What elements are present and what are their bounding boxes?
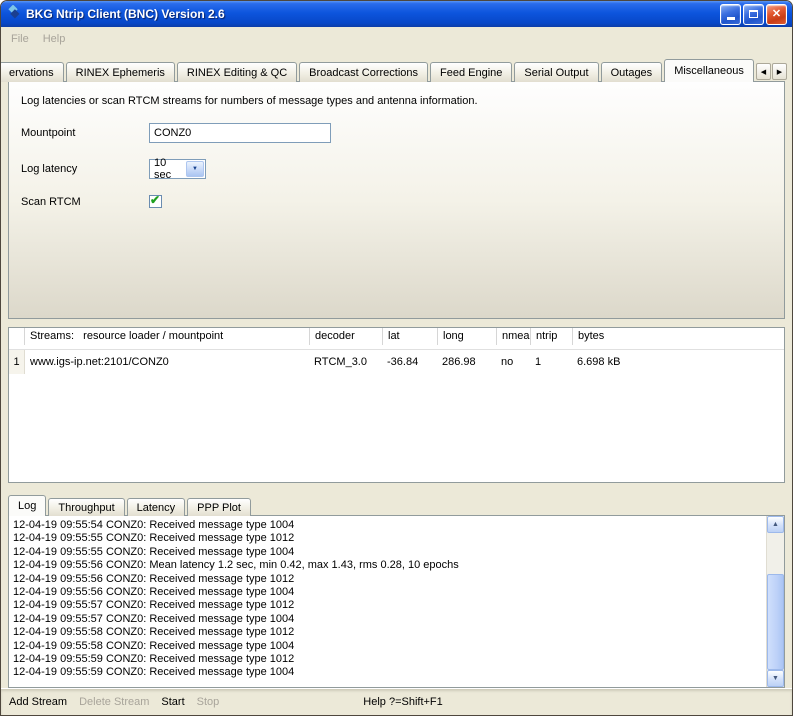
- tab-feed-engine[interactable]: Feed Engine: [430, 62, 512, 82]
- menu-help[interactable]: Help: [36, 30, 73, 48]
- main-area: ervations RINEX Ephemeris RINEX Editing …: [1, 50, 792, 688]
- tab-miscellaneous[interactable]: Miscellaneous: [664, 59, 754, 82]
- tab-scroll-buttons: ◀ ▶: [756, 63, 787, 82]
- arrow-up-icon: ▲: [772, 521, 779, 528]
- log-line: 12-04-19 09:55:56 CONZ0: Received messag…: [13, 573, 762, 586]
- table-row[interactable]: 1 www.igs-ip.net:2101/CONZ0 RTCM_3.0 -36…: [9, 350, 784, 374]
- header-decoder[interactable]: decoder: [309, 328, 382, 345]
- log-latency-row: Log latency 10 sec ▼: [21, 159, 772, 179]
- minimize-button[interactable]: [720, 4, 741, 25]
- log-line: 12-04-19 09:55:58 CONZ0: Received messag…: [13, 640, 762, 653]
- chevron-right-icon: ▶: [777, 68, 782, 76]
- header-ntrip[interactable]: ntrip: [530, 328, 572, 345]
- stop-button[interactable]: Stop: [197, 696, 220, 708]
- menubar: File Help: [1, 27, 792, 50]
- maximize-button[interactable]: [743, 4, 764, 25]
- mountpoint-row: Mountpoint: [21, 123, 772, 143]
- scrollbar-thumb[interactable]: [767, 574, 784, 670]
- menu-file[interactable]: File: [4, 30, 36, 48]
- cell-lat: -36.84: [382, 350, 437, 374]
- scan-rtcm-row: Scan RTCM ✔: [21, 195, 772, 208]
- scan-rtcm-checkbox[interactable]: ✔: [149, 195, 162, 208]
- app-window: BKG Ntrip Client (BNC) Version 2.6 ✕ Fil…: [0, 0, 793, 716]
- miscellaneous-panel: Log latencies or scan RTCM streams for n…: [8, 81, 785, 319]
- log-line: 12-04-19 09:55:57 CONZ0: Received messag…: [13, 613, 762, 626]
- log-panel: 12-04-19 09:55:54 CONZ0: Received messag…: [8, 515, 785, 688]
- log-latency-value: 10 sec: [150, 160, 185, 178]
- close-button[interactable]: ✕: [766, 4, 787, 25]
- chevron-down-icon: ▼: [192, 166, 198, 172]
- cell-ntrip: 1: [530, 350, 572, 374]
- statusbar: Add Stream Delete Stream Start Stop Help…: [1, 688, 792, 715]
- header-filler: [9, 345, 25, 350]
- tab-rinex-ephemeris[interactable]: RINEX Ephemeris: [66, 62, 175, 82]
- start-button[interactable]: Start: [161, 696, 184, 708]
- scroll-up-button[interactable]: ▲: [767, 516, 784, 533]
- panel-description: Log latencies or scan RTCM streams for n…: [21, 95, 772, 107]
- log-line: 12-04-19 09:55:57 CONZ0: Received messag…: [13, 599, 762, 612]
- close-icon: ✕: [772, 9, 781, 20]
- header-streams-title[interactable]: Streams: resource loader / mountpoint: [25, 328, 309, 345]
- minimize-icon: [727, 17, 735, 20]
- vertical-scrollbar[interactable]: ▲ ▼: [766, 516, 784, 687]
- tab-observations-partial[interactable]: ervations: [0, 62, 64, 82]
- cell-bytes: 6.698 kB: [572, 350, 784, 374]
- tab-serial-output[interactable]: Serial Output: [514, 62, 598, 82]
- combo-dropdown-button[interactable]: ▼: [186, 161, 204, 177]
- tab-log[interactable]: Log: [8, 495, 46, 516]
- tab-broadcast-corrections[interactable]: Broadcast Corrections: [299, 62, 428, 82]
- bottom-tabbar: Log Throughput Latency PPP Plot: [8, 495, 785, 516]
- cell-mountpoint: www.igs-ip.net:2101/CONZ0: [25, 350, 309, 374]
- header-nmea[interactable]: nmea: [496, 328, 530, 345]
- mountpoint-label: Mountpoint: [21, 127, 149, 139]
- scrollbar-track[interactable]: [767, 533, 784, 670]
- log-line: 12-04-19 09:55:58 CONZ0: Received messag…: [13, 626, 762, 639]
- tab-throughput[interactable]: Throughput: [48, 498, 124, 516]
- header-bytes[interactable]: bytes: [572, 328, 784, 345]
- window-title: BKG Ntrip Client (BNC) Version 2.6: [26, 7, 715, 21]
- log-latency-label: Log latency: [21, 163, 149, 175]
- streams-table-header: Streams: resource loader / mountpoint de…: [9, 328, 784, 350]
- streams-table: Streams: resource loader / mountpoint de…: [8, 327, 785, 483]
- cell-decoder: RTCM_3.0: [309, 350, 382, 374]
- check-icon: ✔: [150, 193, 160, 207]
- scan-rtcm-label: Scan RTCM: [21, 196, 149, 208]
- row-number: 1: [9, 350, 25, 374]
- log-line: 12-04-19 09:55:54 CONZ0: Received messag…: [13, 519, 762, 532]
- maximize-icon: [749, 10, 758, 18]
- log-line: 12-04-19 09:55:55 CONZ0: Received messag…: [13, 546, 762, 559]
- cell-nmea: no: [496, 350, 530, 374]
- scroll-down-button[interactable]: ▼: [767, 670, 784, 687]
- header-long[interactable]: long: [437, 328, 496, 345]
- add-stream-button[interactable]: Add Stream: [9, 696, 67, 708]
- tab-scroll-right-button[interactable]: ▶: [772, 63, 787, 80]
- tab-ppp-plot[interactable]: PPP Plot: [187, 498, 251, 516]
- mountpoint-input[interactable]: [149, 123, 331, 143]
- cell-long: 286.98: [437, 350, 496, 374]
- tab-rinex-editing-qc[interactable]: RINEX Editing & QC: [177, 62, 297, 82]
- log-line: 12-04-19 09:55:56 CONZ0: Mean latency 1.…: [13, 559, 762, 572]
- log-line: 12-04-19 09:55:59 CONZ0: Received messag…: [13, 653, 762, 666]
- log-line: 12-04-19 09:55:56 CONZ0: Received messag…: [13, 586, 762, 599]
- log-line: 12-04-19 09:55:55 CONZ0: Received messag…: [13, 532, 762, 545]
- log-latency-select[interactable]: 10 sec ▼: [149, 159, 206, 179]
- tab-latency[interactable]: Latency: [127, 498, 186, 516]
- top-tabbar: ervations RINEX Ephemeris RINEX Editing …: [8, 59, 785, 82]
- tab-outages[interactable]: Outages: [601, 62, 663, 82]
- delete-stream-button[interactable]: Delete Stream: [79, 696, 149, 708]
- arrow-down-icon: ▼: [772, 675, 779, 682]
- log-line: 12-04-19 09:55:59 CONZ0: Received messag…: [13, 666, 762, 679]
- log-output: 12-04-19 09:55:54 CONZ0: Received messag…: [9, 516, 766, 687]
- help-hint: Help ?=Shift+F1: [363, 696, 443, 708]
- table-corner: [9, 328, 25, 345]
- chevron-left-icon: ◀: [761, 68, 766, 76]
- header-lat[interactable]: lat: [382, 328, 437, 345]
- app-icon: [6, 5, 21, 23]
- titlebar[interactable]: BKG Ntrip Client (BNC) Version 2.6 ✕: [1, 1, 792, 27]
- window-controls: ✕: [720, 4, 787, 25]
- tab-scroll-left-button[interactable]: ◀: [756, 63, 771, 80]
